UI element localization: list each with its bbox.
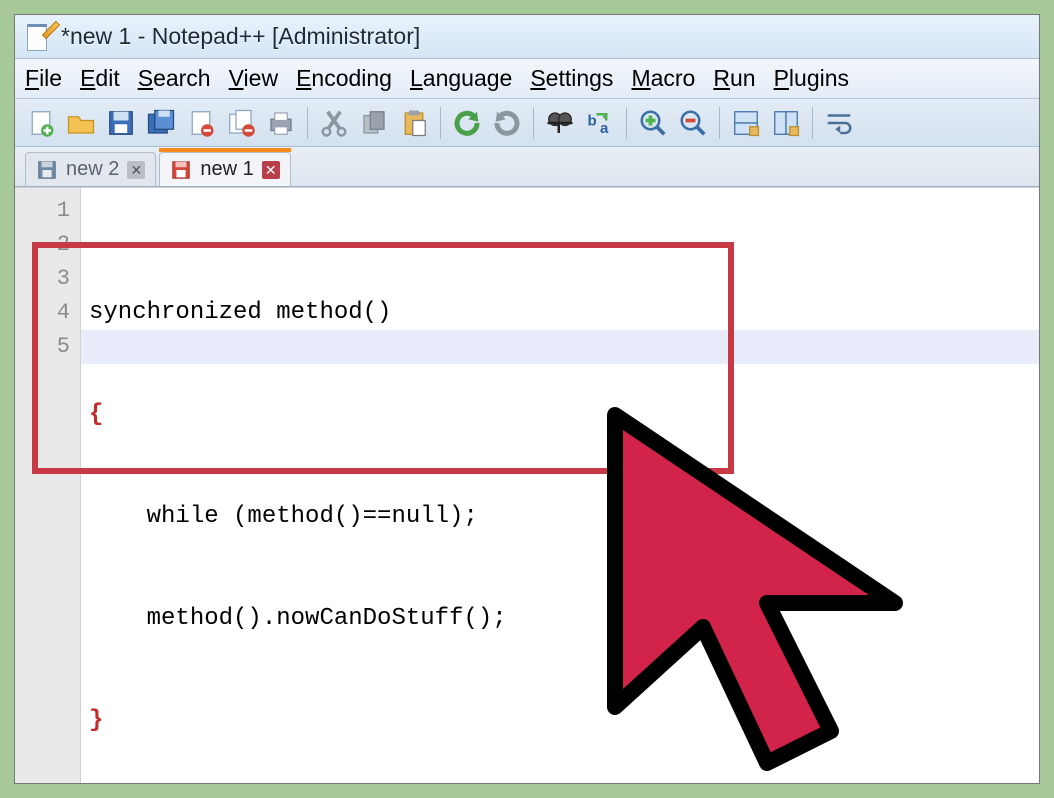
save-all-icon[interactable]	[143, 105, 179, 141]
menu-plugins[interactable]: Plugins	[774, 65, 849, 92]
copy-icon[interactable]	[356, 105, 392, 141]
sync-h-icon[interactable]	[768, 105, 804, 141]
print-icon[interactable]	[263, 105, 299, 141]
titlebar: *new 1 - Notepad++ [Administrator]	[15, 15, 1039, 59]
toolbar-separator	[440, 107, 441, 139]
toolbar-separator	[719, 107, 720, 139]
tab-label: new 1	[200, 158, 253, 181]
toolbar-separator	[307, 107, 308, 139]
tabbar: new 2 ✕ new 1 ✕	[15, 147, 1039, 187]
paste-icon[interactable]	[396, 105, 432, 141]
window-title: *new 1 - Notepad++ [Administrator]	[61, 23, 420, 50]
close-tab-icon[interactable]: ✕	[262, 161, 280, 179]
menu-view[interactable]: View	[229, 65, 278, 92]
line-number: 1	[15, 194, 70, 228]
word-wrap-icon[interactable]	[821, 105, 857, 141]
window: *new 1 - Notepad++ [Administrator] File …	[14, 14, 1040, 784]
menu-file[interactable]: File	[25, 65, 62, 92]
menu-language[interactable]: Language	[410, 65, 512, 92]
tab-new-2[interactable]: new 2 ✕	[25, 152, 156, 186]
zoom-out-icon[interactable]	[675, 105, 711, 141]
annotation-cursor-icon	[555, 395, 995, 795]
menu-encoding[interactable]: Encoding	[296, 65, 392, 92]
toolbar: ba	[15, 99, 1039, 147]
toolbar-separator	[533, 107, 534, 139]
undo-icon[interactable]	[449, 105, 485, 141]
redo-icon[interactable]	[489, 105, 525, 141]
find-icon[interactable]	[542, 105, 578, 141]
line-gutter: 1 2 3 4 5	[15, 188, 81, 783]
close-tab-icon[interactable]: ✕	[127, 161, 145, 179]
replace-icon[interactable]: ba	[582, 105, 618, 141]
svg-text:a: a	[600, 120, 609, 137]
line-number: 2	[15, 228, 70, 262]
menu-settings[interactable]: Settings	[530, 65, 613, 92]
menu-edit[interactable]: Edit	[80, 65, 120, 92]
zoom-in-icon[interactable]	[635, 105, 671, 141]
menu-search[interactable]: Search	[138, 65, 211, 92]
close-all-icon[interactable]	[223, 105, 259, 141]
svg-text:b: b	[588, 112, 597, 129]
close-file-icon[interactable]	[183, 105, 219, 141]
sync-v-icon[interactable]	[728, 105, 764, 141]
save-icon[interactable]	[103, 105, 139, 141]
menu-macro[interactable]: Macro	[631, 65, 695, 92]
cut-icon[interactable]	[316, 105, 352, 141]
line-number: 5	[15, 330, 70, 364]
toolbar-separator	[812, 107, 813, 139]
menubar: File Edit Search View Encoding Language …	[15, 59, 1039, 99]
new-file-icon[interactable]	[23, 105, 59, 141]
line-number: 3	[15, 262, 70, 296]
disk-unsaved-icon	[170, 159, 192, 181]
tab-new-1[interactable]: new 1 ✕	[159, 152, 290, 186]
code-line: synchronized method()	[89, 296, 1039, 330]
disk-icon	[36, 159, 58, 181]
menu-run[interactable]: Run	[713, 65, 755, 92]
app-icon	[23, 23, 51, 51]
line-number: 4	[15, 296, 70, 330]
open-file-icon[interactable]	[63, 105, 99, 141]
tab-label: new 2	[66, 158, 119, 181]
toolbar-separator	[626, 107, 627, 139]
